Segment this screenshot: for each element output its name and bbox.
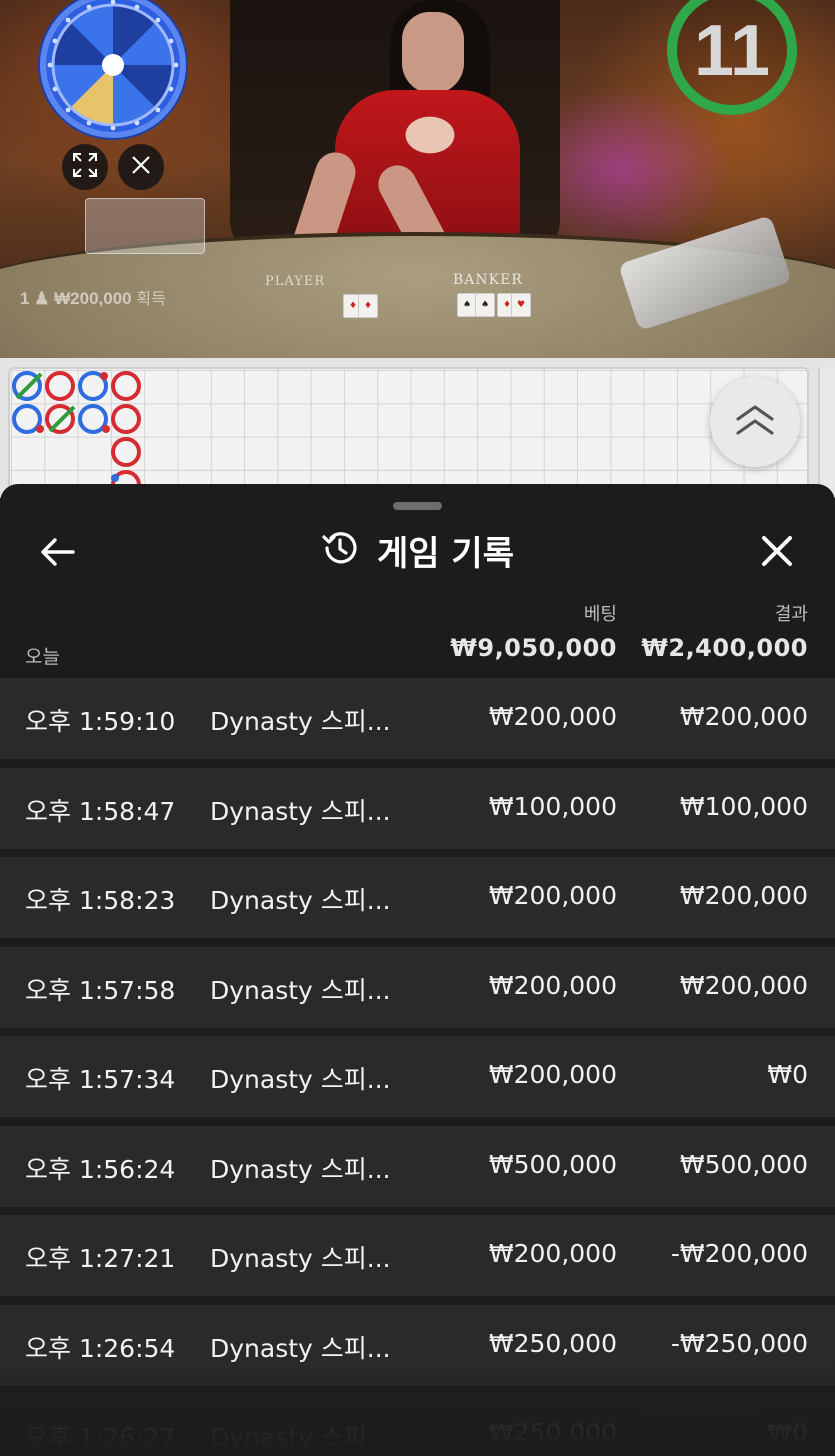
road-bead-banker [111,437,141,467]
history-row[interactable]: 오후 1:26:54 Dynasty 스피... ₩250,000 -₩250,… [0,1304,835,1386]
row-result: ₩0 [767,1060,808,1089]
row-game: Dynasty 스피... [210,1333,391,1363]
row-game: Dynasty 스피... [210,975,391,1005]
row-time: 오후 1:56:24 [25,1154,176,1184]
row-game: Dynasty 스피... [210,1244,391,1273]
row-time: 오후 1:26:54 [25,1333,176,1363]
expand-roadmap-button[interactable] [710,377,800,467]
road-bead-banker [111,371,141,401]
row-time: 오후 1:59:10 [25,707,176,736]
banker-card: ♠ [457,293,477,317]
row-result: ₩100,000 [679,791,808,821]
history-row[interactable]: 오후 1:57:34 Dynasty 스피... ₩200,000 ₩0 [0,1036,835,1117]
road-bead-player [78,404,110,434]
row-result: ₩500,000 [679,1149,808,1179]
table-player-label: PLAYER [265,274,326,289]
close-icon [760,534,794,572]
row-bet: ₩200,000 [488,970,617,1000]
close-icon [131,155,151,179]
row-game: Dynasty 스피... [210,886,391,915]
dealer-face [402,12,464,94]
close-sheet-button[interactable] [754,530,800,576]
row-result: -₩200,000 [670,1239,808,1268]
row-time: 오후 1:57:58 [25,975,176,1005]
multiplier-wheel-icon[interactable] [40,0,186,138]
row-bet: ₩500,000 [488,1149,617,1179]
row-result: ₩0 [767,1418,808,1447]
column-header-result: 결과 [774,604,808,625]
row-time: 오후 1:27:21 [25,1244,176,1273]
countdown-timer: 11 [693,11,771,91]
fullscreen-button[interactable] [62,144,108,190]
bead-road-grid[interactable] [8,367,809,498]
banker-card: ♠ [475,293,495,317]
total-result: ₩2,400,000 [641,634,808,662]
row-bet: ₩200,000 [488,702,617,731]
sheet-header: 게임 기록 [0,524,835,576]
history-row[interactable]: 오후 1:58:23 Dynasty 스피... ₩200,000 ₩200,0… [0,857,835,938]
row-time: 오후 1:58:23 [25,886,176,915]
road-bead-banker [111,404,141,434]
row-time: 오후 1:58:47 [25,796,176,826]
row-bet: ₩200,000 [488,1060,617,1089]
close-video-button[interactable] [118,144,164,190]
table-banker-label: BANKER [453,272,523,288]
history-icon [321,529,359,571]
history-row[interactable]: 오후 1:27:21 Dynasty 스피... ₩200,000 -₩200,… [0,1215,835,1296]
row-game: Dynasty 스피... [210,1423,391,1452]
player-card: ♦ [358,294,378,318]
row-result: ₩200,000 [679,702,808,731]
row-result: ₩200,000 [679,970,808,1000]
banker-card: ♥ [511,293,531,317]
history-row[interactable]: 오후 1:58:47 Dynasty 스피... ₩100,000 ₩100,0… [0,767,835,849]
fullscreen-icon [72,152,98,182]
total-bet: ₩9,050,000 [450,634,617,662]
game-history-sheet: 게임 기록 베팅 결과 오늘 ₩9,050,000 ₩2,400,000 오후 … [0,484,835,1456]
row-bet: ₩200,000 [488,1239,617,1268]
row-bet: ₩100,000 [488,791,617,821]
sheet-drag-handle[interactable] [393,502,442,510]
row-game: Dynasty 스피... [210,1065,391,1094]
road-bead-banker [45,371,75,401]
row-game: Dynasty 스피... [210,796,391,826]
row-game: Dynasty 스피... [210,707,391,736]
road-bead-player [12,404,44,434]
road-bead-player [12,371,43,401]
page-title: 게임 기록 [377,533,514,574]
date-group-label: 오늘 [25,646,60,668]
row-result: -₩250,000 [670,1328,808,1358]
history-list: 오후 1:59:10 Dynasty 스피... ₩200,000 ₩200,0… [0,678,835,1456]
row-result: ₩200,000 [679,881,808,910]
chevron-double-up-icon [734,403,776,441]
history-row[interactable]: 오후 1:57:58 Dynasty 스피... ₩200,000 ₩200,0… [0,946,835,1028]
row-bet: ₩250,000 [488,1328,617,1358]
row-game: Dynasty 스피... [210,1154,391,1184]
road-bead-player [78,371,108,401]
row-bet: ₩250,000 [488,1418,617,1447]
row-time: 오후 1:57:34 [25,1065,176,1094]
history-row[interactable]: 오후 1:56:24 Dynasty 스피... ₩500,000 ₩500,0… [0,1125,835,1207]
discard-tray [85,198,205,254]
win-amount-label: 1 ♟ ₩200,000 획득 [20,289,166,308]
history-row[interactable]: 오후 1:26:27 Dynasty 스피... ₩250,000 ₩0 [0,1394,835,1456]
row-bet: ₩200,000 [488,881,617,910]
history-row[interactable]: 오후 1:59:10 Dynasty 스피... ₩200,000 ₩200,0… [0,678,835,759]
roadmap-side-panel [818,367,835,498]
row-time: 오후 1:26:27 [25,1423,176,1452]
road-bead-banker [45,404,76,434]
column-header-bet: 베팅 [583,604,617,625]
